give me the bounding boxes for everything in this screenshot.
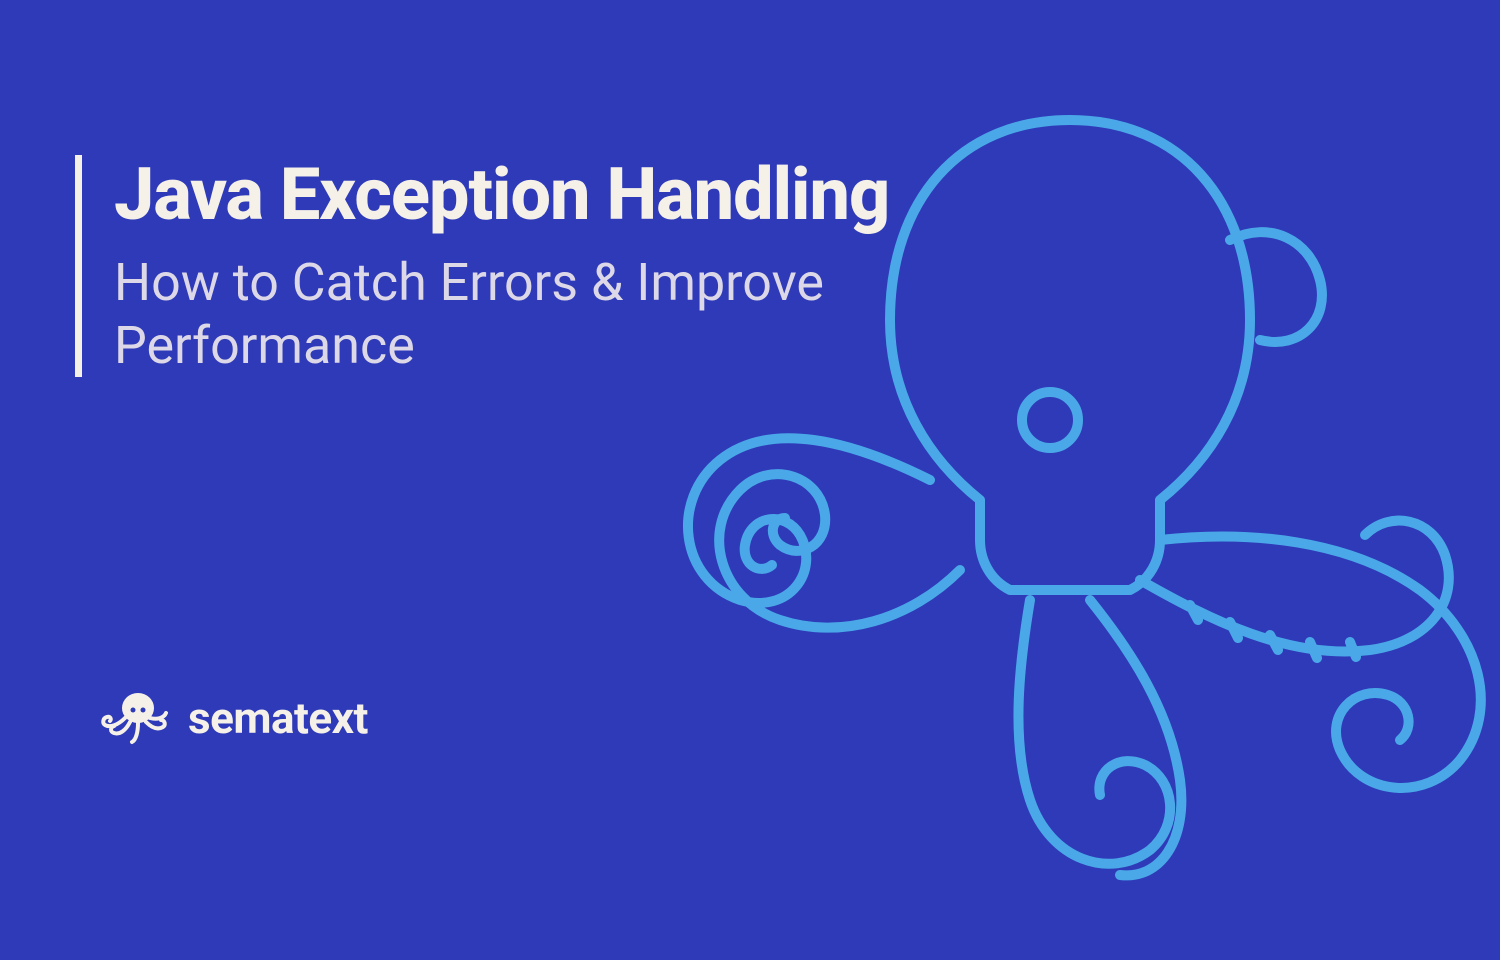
hero-content: Java Exception Handling How to Catch Err… [75,155,1014,377]
brand-logo: sematext [100,690,368,745]
hero-subtitle: How to Catch Errors & Improve Performanc… [114,252,1014,377]
sematext-octopus-icon [100,690,170,745]
hero-title: Java Exception Handling [114,155,1014,234]
brand-name: sematext [188,692,368,744]
